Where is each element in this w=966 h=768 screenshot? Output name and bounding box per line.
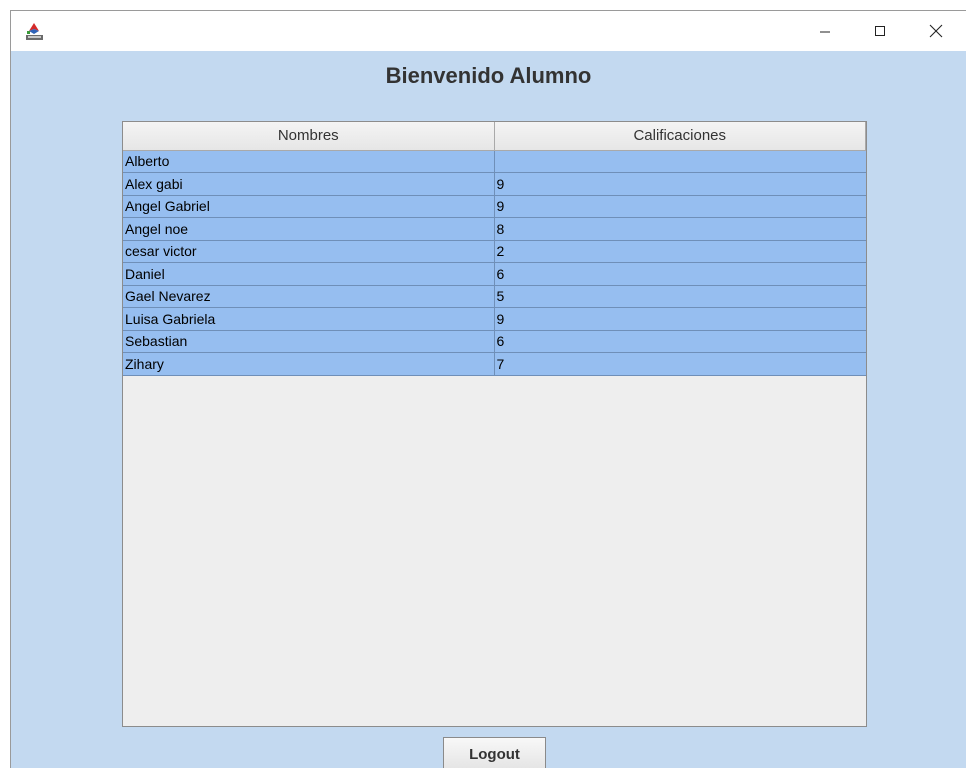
grade-cell[interactable]: 9 — [494, 172, 866, 196]
name-cell[interactable]: Zihary — [123, 352, 495, 376]
name-cell[interactable]: Luisa Gabriela — [123, 307, 495, 331]
table-header-row: Nombres Calificaciones — [123, 122, 866, 151]
name-cell[interactable]: Angel Gabriel — [123, 195, 495, 218]
table-row[interactable]: Gael Nevarez 5 — [123, 285, 866, 308]
minimize-button[interactable] — [802, 11, 848, 51]
grade-cell[interactable]: 6 — [494, 330, 866, 353]
table-row[interactable]: Alex gabi 9 — [123, 172, 866, 196]
table-row[interactable]: Luisa Gabriela 9 — [123, 307, 866, 331]
java-app-icon[interactable] — [25, 22, 44, 41]
grade-cell[interactable]: 8 — [494, 217, 866, 241]
close-button[interactable] — [913, 11, 959, 51]
grades-table[interactable]: Nombres Calificaciones Alberto Alex gabi… — [123, 122, 866, 376]
table-row[interactable]: Daniel 6 — [123, 262, 866, 286]
table-row[interactable]: Zihary 7 — [123, 352, 866, 376]
grade-cell[interactable]: 9 — [494, 195, 866, 218]
grade-cell[interactable]: 7 — [494, 352, 866, 376]
logout-button[interactable]: Logout — [443, 737, 546, 768]
grade-cell[interactable]: 9 — [494, 307, 866, 331]
app-window: Bienvenido Alumno Nombres Calificaciones… — [10, 10, 966, 768]
column-header-calificaciones[interactable]: Calificaciones — [494, 122, 866, 151]
page-title: Bienvenido Alumno — [385, 63, 592, 88]
table-row[interactable]: Angel noe 8 — [123, 217, 866, 241]
table-row[interactable]: Angel Gabriel 9 — [123, 195, 866, 218]
table-row[interactable]: cesar victor 2 — [123, 240, 866, 263]
close-icon — [929, 24, 943, 38]
name-cell[interactable]: Angel noe — [123, 217, 495, 241]
grade-cell[interactable]: 2 — [494, 240, 866, 263]
title-bar[interactable] — [11, 11, 966, 51]
name-cell[interactable]: Alberto — [123, 150, 495, 173]
table-row[interactable]: Alberto — [123, 150, 866, 173]
grades-table-scrollpane[interactable]: Nombres Calificaciones Alberto Alex gabi… — [122, 121, 867, 727]
name-cell[interactable]: Sebastian — [123, 330, 495, 353]
name-cell[interactable]: Gael Nevarez — [123, 285, 495, 308]
grade-cell[interactable] — [494, 150, 866, 173]
grade-cell[interactable]: 6 — [494, 262, 866, 286]
content-panel: Bienvenido Alumno Nombres Calificaciones… — [11, 51, 966, 768]
maximize-icon — [875, 26, 885, 36]
column-header-nombres[interactable]: Nombres — [123, 122, 495, 151]
name-cell[interactable]: Alex gabi — [123, 172, 495, 196]
table-row[interactable]: Sebastian 6 — [123, 330, 866, 353]
grade-cell[interactable]: 5 — [494, 285, 866, 308]
minimize-icon — [820, 31, 830, 33]
maximize-button[interactable] — [857, 11, 903, 51]
name-cell[interactable]: cesar victor — [123, 240, 495, 263]
name-cell[interactable]: Daniel — [123, 262, 495, 286]
